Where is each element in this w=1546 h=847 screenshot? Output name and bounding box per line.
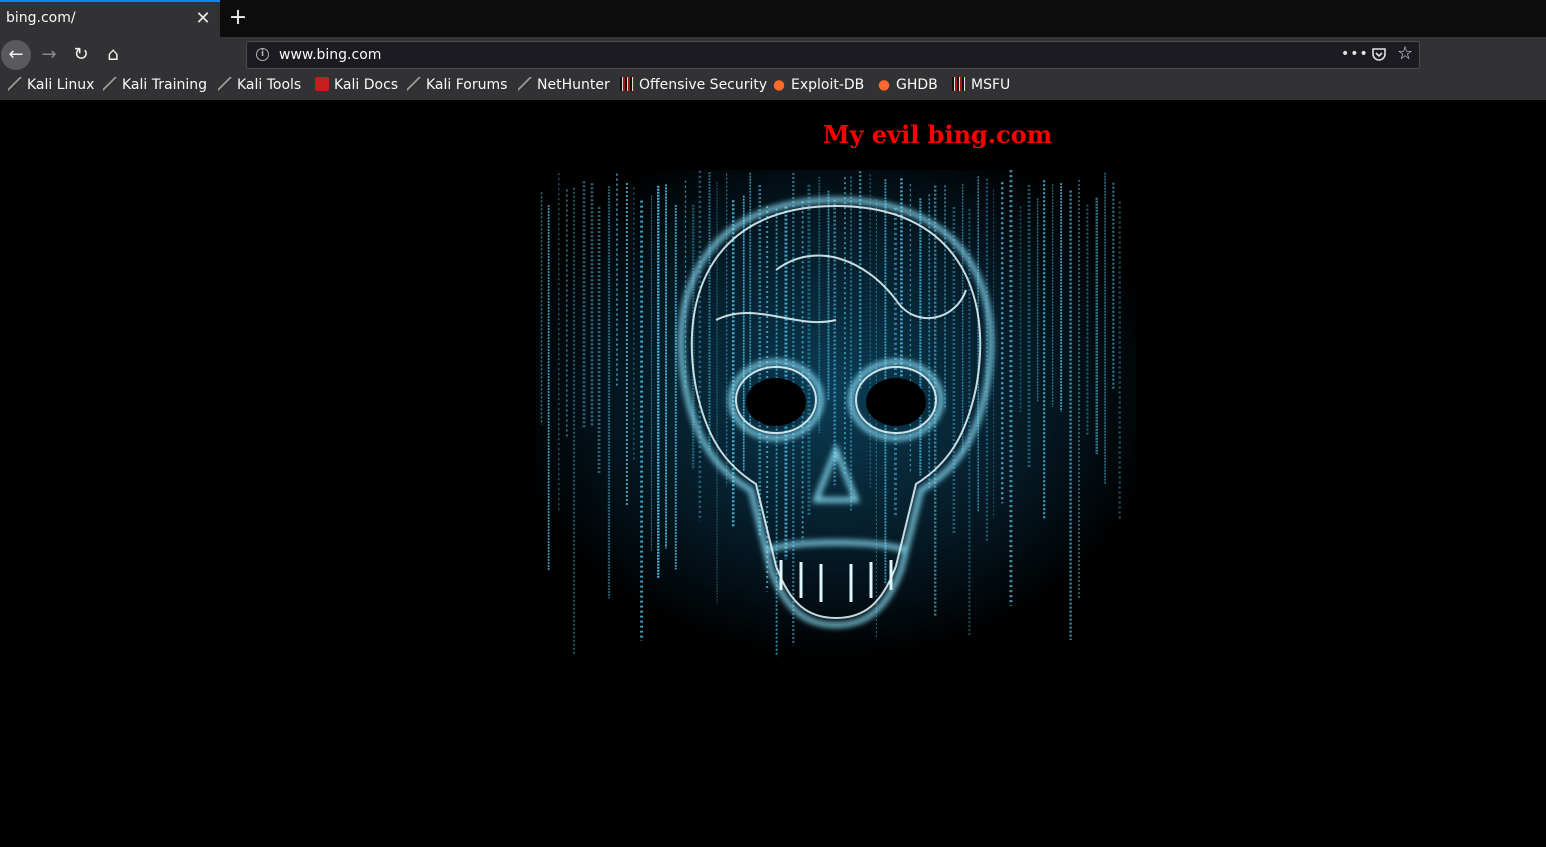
- page-actions-icon[interactable]: •••: [1341, 46, 1369, 62]
- kali-dragon-icon: [518, 77, 532, 91]
- page-content: My evil bing.com: [0, 100, 1546, 847]
- bookmark-label: Kali Tools: [237, 77, 302, 93]
- back-button[interactable]: ←: [1, 40, 31, 70]
- bookmark-kali-forums[interactable]: Kali Forums: [407, 77, 507, 97]
- bookmarks-toolbar: Kali Linux Kali Training Kali Tools Kali…: [0, 73, 1546, 101]
- navigation-toolbar: ← → ↻ ⌂ i www.bing.com ••• ☆: [0, 37, 1546, 73]
- url-input[interactable]: www.bing.com: [279, 47, 381, 63]
- kali-docs-icon: [315, 77, 329, 91]
- bookmark-label: Offensive Security: [639, 77, 768, 93]
- info-icon[interactable]: i: [256, 48, 269, 61]
- bookmark-label: Kali Linux: [27, 77, 95, 93]
- tab-title: bing.com/: [6, 10, 76, 26]
- kali-dragon-icon: [8, 77, 22, 91]
- bookmark-label: Kali Training: [122, 77, 207, 93]
- kali-dragon-icon: [218, 77, 232, 91]
- bookmark-label: MSFU: [971, 77, 1011, 93]
- skull-image: [536, 170, 1136, 660]
- browser-tab[interactable]: bing.com/ ✕: [0, 0, 220, 37]
- bookmark-kali-linux[interactable]: Kali Linux: [8, 77, 94, 97]
- forward-button[interactable]: →: [34, 40, 64, 70]
- page-heading: My evil bing.com: [823, 120, 1053, 149]
- home-button[interactable]: ⌂: [98, 40, 128, 70]
- bookmark-ghdb[interactable]: GHDB: [877, 77, 938, 97]
- offsec-icon: [620, 77, 634, 91]
- bookmark-msfu[interactable]: MSFU: [952, 77, 1010, 97]
- bookmark-label: Kali Forums: [426, 77, 508, 93]
- bookmark-label: Exploit-DB: [791, 77, 865, 93]
- bookmark-label: GHDB: [896, 77, 938, 93]
- exploit-db-icon: [877, 77, 891, 91]
- bookmark-exploit-db[interactable]: Exploit-DB: [772, 77, 864, 97]
- close-tab-icon[interactable]: ✕: [192, 7, 214, 31]
- bookmark-star-icon[interactable]: ☆: [1397, 43, 1413, 64]
- kali-dragon-icon: [407, 77, 421, 91]
- bookmark-label: NetHunter: [537, 77, 610, 93]
- glowing-skull-matrix-image: [536, 170, 1136, 660]
- bookmark-kali-docs[interactable]: Kali Docs: [315, 77, 398, 97]
- kali-dragon-icon: [103, 77, 117, 91]
- reload-button[interactable]: ↻: [66, 40, 96, 70]
- pocket-icon[interactable]: [1371, 46, 1387, 66]
- exploit-db-icon: [772, 77, 786, 91]
- tab-strip: bing.com/ ✕ +: [0, 0, 1546, 37]
- offsec-icon: [952, 77, 966, 91]
- address-bar[interactable]: i www.bing.com ••• ☆: [246, 41, 1420, 69]
- new-tab-button[interactable]: +: [226, 4, 250, 32]
- bookmark-label: Kali Docs: [334, 77, 399, 93]
- bookmark-offensive-security[interactable]: Offensive Security: [620, 77, 767, 97]
- bookmark-kali-tools[interactable]: Kali Tools: [218, 77, 301, 97]
- bookmark-kali-training[interactable]: Kali Training: [103, 77, 207, 97]
- bookmark-nethunter[interactable]: NetHunter: [518, 77, 610, 97]
